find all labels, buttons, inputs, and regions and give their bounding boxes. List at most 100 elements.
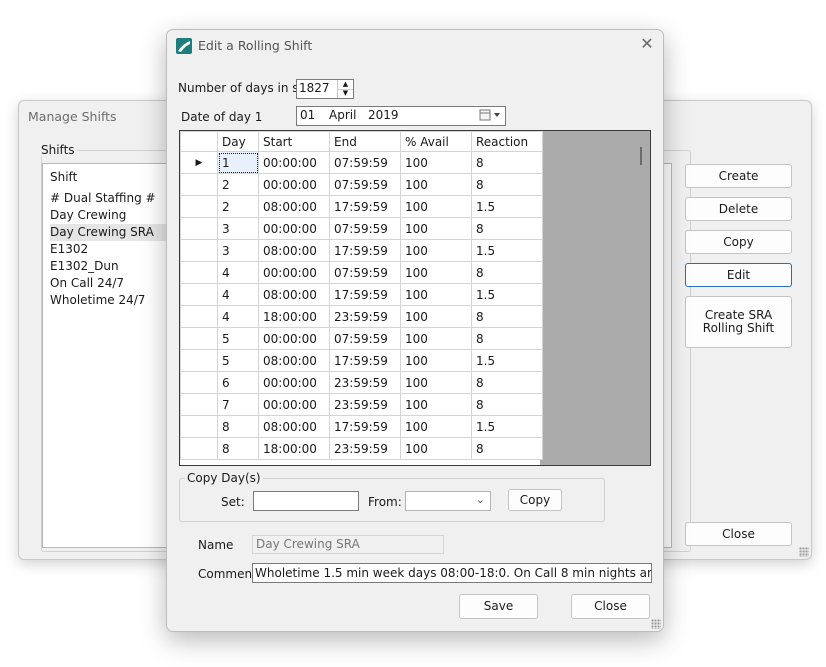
shifts-list[interactable]: Shift # Dual Staffing # Day Crewing Day … <box>42 163 185 548</box>
table-row[interactable]: 6 00:00:00 23:59:59 100 8 <box>180 371 543 394</box>
cell-avail[interactable]: 100 <box>400 173 472 196</box>
create-button[interactable]: Create <box>685 164 792 188</box>
cell-start[interactable]: 08:00:00 <box>258 349 330 372</box>
cell-avail[interactable]: 100 <box>400 415 472 438</box>
cell-end[interactable]: 23:59:59 <box>329 393 401 416</box>
cell-start[interactable]: 00:00:00 <box>258 261 330 284</box>
table-row[interactable]: 4 00:00:00 07:59:59 100 8 <box>180 261 543 284</box>
cell-end[interactable]: 17:59:59 <box>329 239 401 262</box>
cell-start[interactable]: 08:00:00 <box>258 239 330 262</box>
cell-reaction[interactable]: 1.5 <box>471 195 543 218</box>
cell-start[interactable]: 08:00:00 <box>258 195 330 218</box>
edit-button[interactable]: Edit <box>685 263 792 287</box>
list-item[interactable]: Wholetime 24/7 <box>50 292 185 309</box>
table-row[interactable]: 2 08:00:00 17:59:59 100 1.5 <box>180 195 543 218</box>
cell-day[interactable]: 6 <box>217 371 259 394</box>
cell-avail[interactable]: 100 <box>400 327 472 350</box>
manage-close-button[interactable]: Close <box>685 522 792 546</box>
set-input[interactable] <box>253 491 359 511</box>
close-icon[interactable]: ✕ <box>638 35 656 53</box>
grid-vertical-scrollbar[interactable] <box>632 131 650 465</box>
cell-reaction[interactable]: 8 <box>471 437 543 460</box>
save-button[interactable]: Save <box>459 594 538 619</box>
dialog-close-button[interactable]: Close <box>571 594 650 619</box>
table-row[interactable]: ▶ 1 00:00:00 07:59:59 100 8 <box>180 151 543 174</box>
row-header[interactable] <box>180 195 218 218</box>
scrollbar-thumb[interactable] <box>640 147 642 165</box>
cell-end[interactable]: 23:59:59 <box>329 437 401 460</box>
cell-start[interactable]: 00:00:00 <box>258 173 330 196</box>
cell-day[interactable]: 8 <box>217 437 259 460</box>
cell-avail[interactable]: 100 <box>400 195 472 218</box>
row-header[interactable] <box>180 327 218 350</box>
cell-reaction[interactable]: 8 <box>471 327 543 350</box>
cell-day[interactable]: 5 <box>217 349 259 372</box>
cell-avail[interactable]: 100 <box>400 305 472 328</box>
cell-day[interactable]: 4 <box>217 283 259 306</box>
cell-reaction[interactable]: 1.5 <box>471 415 543 438</box>
column-header-end[interactable]: End <box>329 131 401 152</box>
cell-start[interactable]: 00:00:00 <box>258 327 330 350</box>
list-item[interactable]: # Dual Staffing # <box>50 190 185 207</box>
cell-end[interactable]: 07:59:59 <box>329 261 401 284</box>
cell-start[interactable]: 00:00:00 <box>258 217 330 240</box>
cell-reaction[interactable]: 8 <box>471 393 543 416</box>
cell-reaction[interactable]: 1.5 <box>471 283 543 306</box>
cell-avail[interactable]: 100 <box>400 261 472 284</box>
list-item[interactable]: E1302_Dun <box>50 258 185 275</box>
table-row[interactable]: 5 00:00:00 07:59:59 100 8 <box>180 327 543 350</box>
cell-end[interactable]: 23:59:59 <box>329 305 401 328</box>
list-item-selected[interactable]: Day Crewing SRA <box>50 224 185 241</box>
row-header[interactable] <box>180 261 218 284</box>
cell-end[interactable]: 07:59:59 <box>329 217 401 240</box>
table-row[interactable]: 8 18:00:00 23:59:59 100 8 <box>180 437 543 460</box>
cell-day[interactable]: 5 <box>217 327 259 350</box>
table-row[interactable]: 3 08:00:00 17:59:59 100 1.5 <box>180 239 543 262</box>
row-header[interactable] <box>180 217 218 240</box>
list-item[interactable]: Day Crewing <box>50 207 185 224</box>
copy-days-button[interactable]: Copy <box>508 489 562 511</box>
list-item[interactable]: E1302 <box>50 241 185 258</box>
cell-end[interactable]: 23:59:59 <box>329 371 401 394</box>
row-header[interactable] <box>180 393 218 416</box>
cell-end[interactable]: 07:59:59 <box>329 151 401 174</box>
cell-avail[interactable]: 100 <box>400 349 472 372</box>
cell-start[interactable]: 18:00:00 <box>258 437 330 460</box>
cell-avail[interactable]: 100 <box>400 437 472 460</box>
table-row[interactable]: 8 08:00:00 17:59:59 100 1.5 <box>180 415 543 438</box>
cell-day[interactable]: 3 <box>217 217 259 240</box>
shift-periods-grid[interactable]: Day Start End % Avail Reaction ▶ 1 00:00:0… <box>179 130 651 466</box>
delete-button[interactable]: Delete <box>685 197 792 221</box>
cell-reaction[interactable]: 8 <box>471 217 543 240</box>
calendar-dropdown-icon[interactable] <box>479 108 503 124</box>
cell-end[interactable]: 17:59:59 <box>329 195 401 218</box>
cell-avail[interactable]: 100 <box>400 371 472 394</box>
cell-end[interactable]: 07:59:59 <box>329 173 401 196</box>
cell-end[interactable]: 17:59:59 <box>329 415 401 438</box>
cell-end[interactable]: 17:59:59 <box>329 283 401 306</box>
row-header[interactable] <box>180 349 218 372</box>
days-in-shift-stepper[interactable]: 1827 ▲ ▼ <box>296 79 354 99</box>
table-row[interactable]: 7 00:00:00 23:59:59 100 8 <box>180 393 543 416</box>
row-header[interactable] <box>180 415 218 438</box>
row-header[interactable] <box>180 371 218 394</box>
table-row[interactable]: 2 00:00:00 07:59:59 100 8 <box>180 173 543 196</box>
cell-reaction[interactable]: 8 <box>471 371 543 394</box>
cell-day[interactable]: 3 <box>217 239 259 262</box>
cell-avail[interactable]: 100 <box>400 217 472 240</box>
cell-reaction[interactable]: 8 <box>471 173 543 196</box>
cell-start[interactable]: 08:00:00 <box>258 283 330 306</box>
cell-avail[interactable]: 100 <box>400 239 472 262</box>
column-header-avail[interactable]: % Avail <box>400 131 472 152</box>
row-header[interactable] <box>180 239 218 262</box>
row-header[interactable] <box>180 283 218 306</box>
create-sra-rolling-shift-button[interactable]: Create SRA Rolling Shift <box>685 296 792 348</box>
cell-day[interactable]: 8 <box>217 415 259 438</box>
cell-reaction[interactable]: 8 <box>471 151 543 174</box>
cell-start[interactable]: 00:00:00 <box>258 151 330 174</box>
copy-shift-button[interactable]: Copy <box>685 230 792 254</box>
comment-field[interactable]: Wholetime 1.5 min week days 08:00-18:0. … <box>252 563 652 583</box>
date-year[interactable]: 2019 <box>368 108 399 122</box>
cell-avail[interactable]: 100 <box>400 151 472 174</box>
column-header-reaction[interactable]: Reaction <box>471 131 543 152</box>
